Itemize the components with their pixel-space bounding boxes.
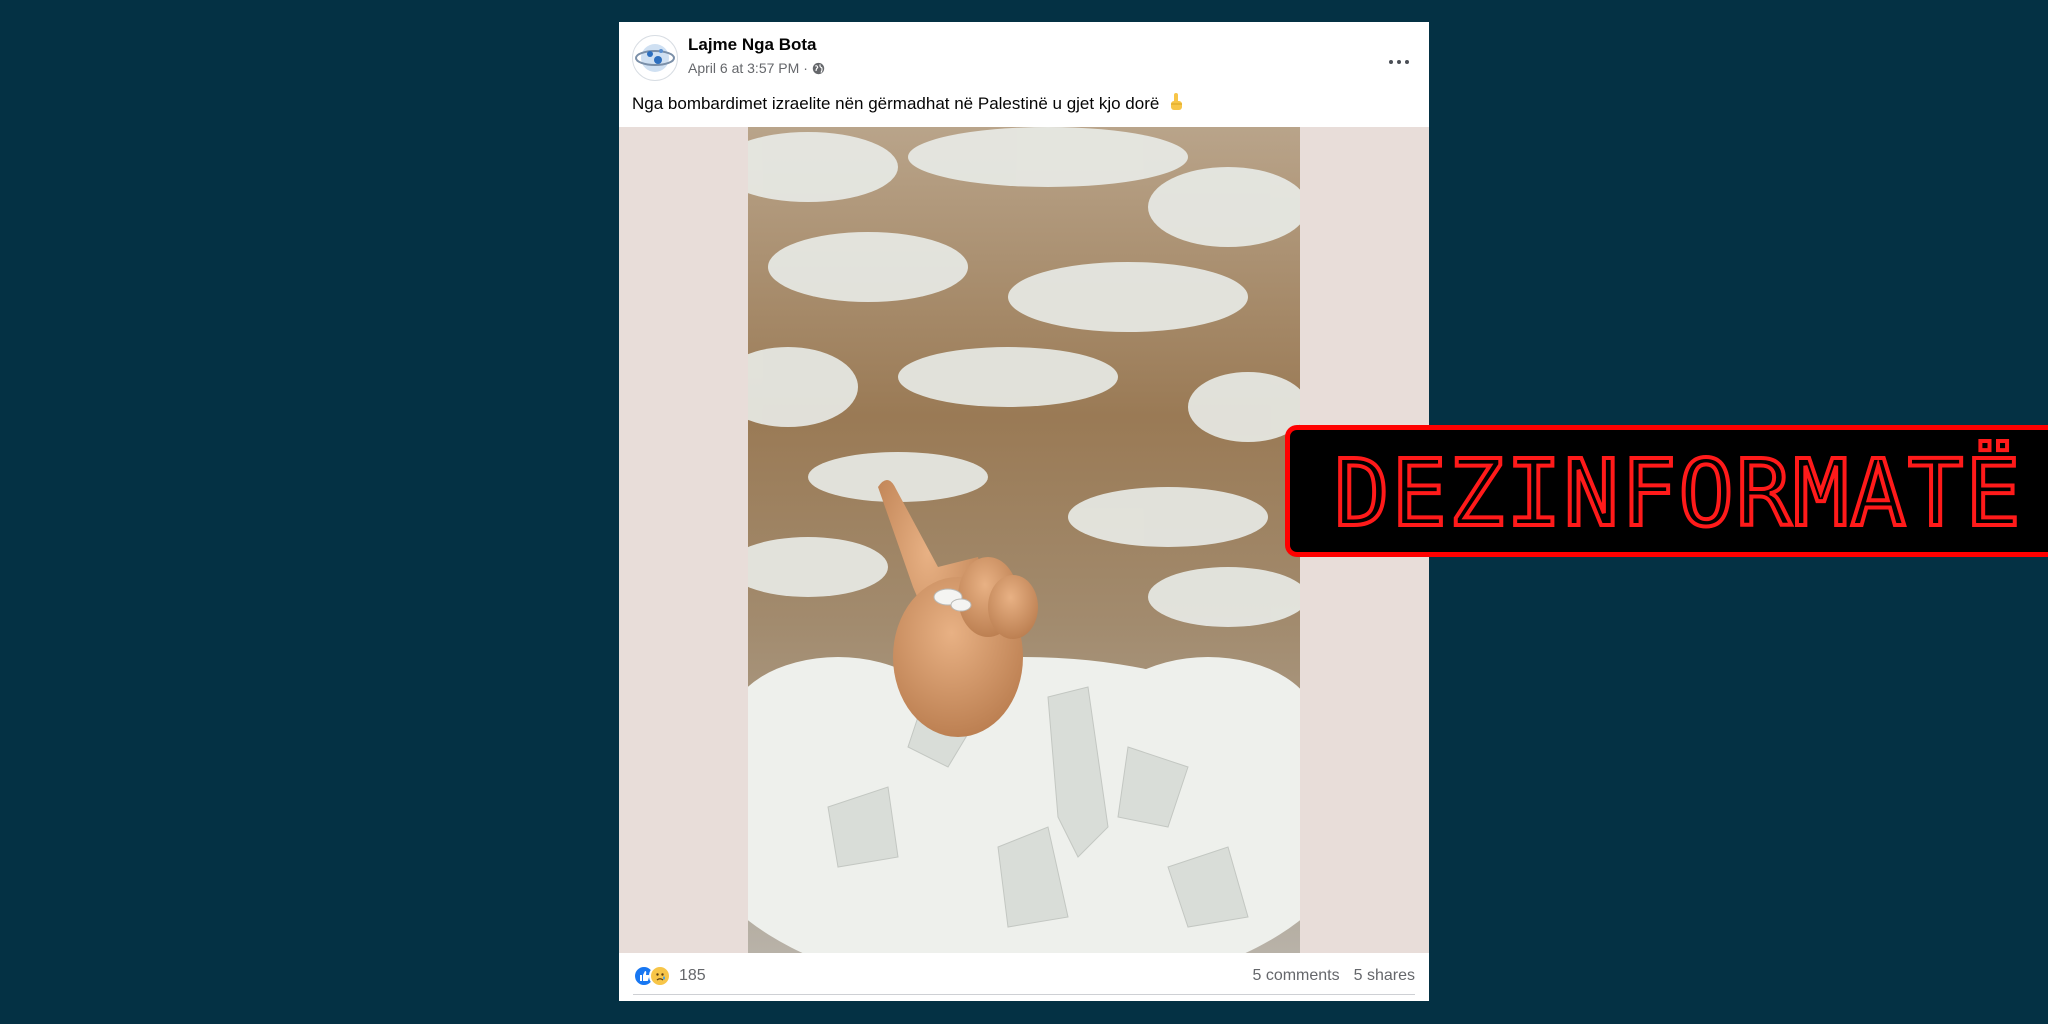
reactions-summary[interactable]: 185 [633,965,706,987]
more-dot [1389,60,1393,64]
post-footer: 185 5 comments 5 shares [619,953,1429,1001]
more-options-button[interactable] [1389,60,1409,64]
post-text-body: Nga bombardimet izraelite nën gërmadhat … [632,94,1160,113]
post-meta: April 6 at 3:57 PM · [688,60,825,76]
footer-divider [633,994,1415,995]
engagement-stats: 5 comments 5 shares [1252,967,1415,985]
comments-link[interactable]: 5 comments [1252,967,1339,985]
pointing-up-finger-icon [1171,93,1183,110]
sad-icon [649,965,671,987]
reaction-count: 185 [679,967,706,984]
page-avatar[interactable] [632,35,678,81]
more-dot [1405,60,1409,64]
meta-separator: · [803,60,808,76]
shares-link[interactable]: 5 shares [1354,967,1415,985]
globe-icon [812,62,825,74]
disinformation-label-banner: DEZINFORMATË [1285,425,2048,557]
post-header: Lajme Nga Bota April 6 at 3:57 PM · Nga … [619,22,1429,126]
disinformation-label-text: DEZINFORMATË [1332,440,2023,547]
video-frame[interactable] [748,127,1300,953]
rubble-hand-image [748,127,1300,953]
post-text: Nga bombardimet izraelite nën gërmadhat … [632,92,1184,114]
post-timestamp[interactable]: April 6 at 3:57 PM [688,60,799,76]
more-dot [1397,60,1401,64]
page-name[interactable]: Lajme Nga Bota [688,35,816,55]
